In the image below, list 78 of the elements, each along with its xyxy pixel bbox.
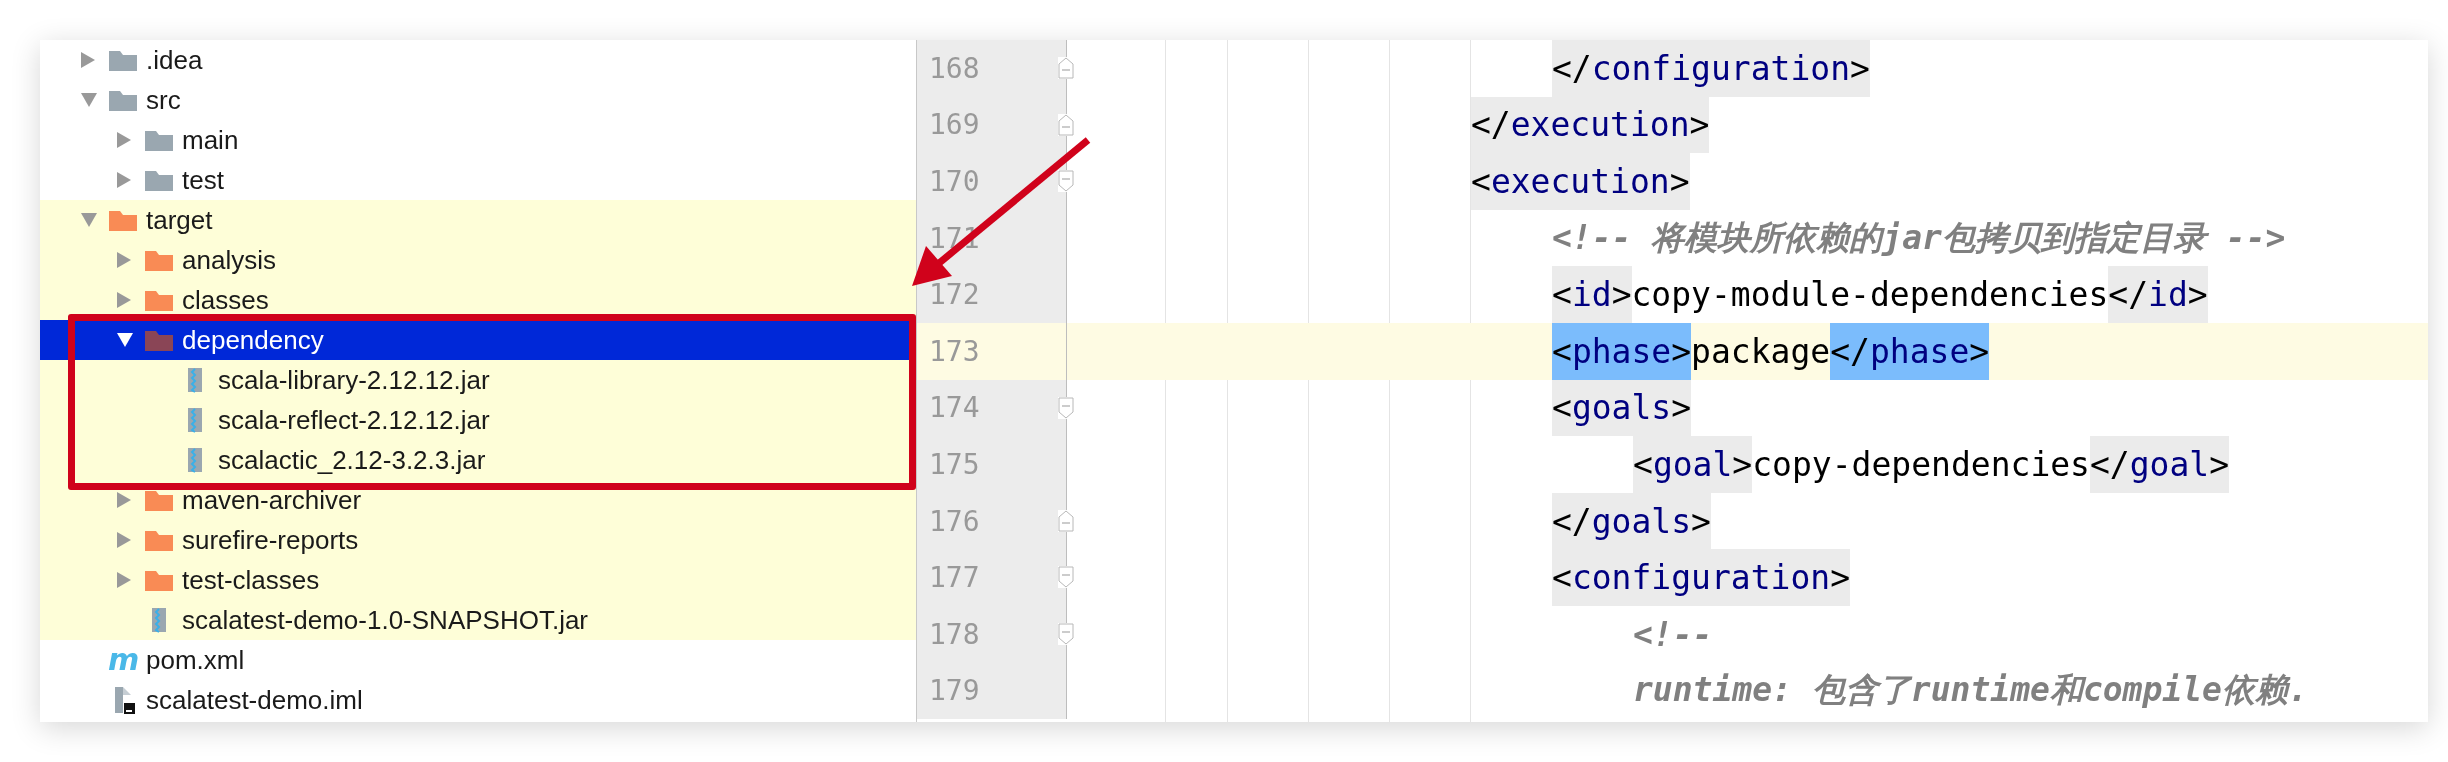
tree-row[interactable]: scalatest-demo-1.0-SNAPSHOT.jar <box>40 600 916 640</box>
archive-icon <box>151 607 167 633</box>
collapsed-arrow-icon <box>116 571 132 589</box>
tree-label: .idea <box>146 44 203 76</box>
xml-tag: <id> <box>1552 266 1632 323</box>
collapsed-arrow-icon <box>116 491 132 509</box>
xml-tag: </phase> <box>1830 322 1990 380</box>
archive-icon <box>187 447 203 473</box>
folder-icon <box>144 248 174 272</box>
collapsed-arrow-icon <box>116 171 132 189</box>
tree-label: scalatest-demo.iml <box>146 684 363 716</box>
collapsed-arrow-icon <box>116 251 132 269</box>
folder-icon <box>144 528 174 552</box>
xml-tag: <goals> <box>1552 379 1692 437</box>
xml-tag: </configuration> <box>1552 40 1870 97</box>
tree-label: main <box>182 124 239 156</box>
module-file-icon <box>114 685 136 715</box>
xml-tag: <configuration> <box>1552 549 1851 606</box>
collapsed-arrow-icon <box>80 51 96 69</box>
line-number: 175 <box>917 436 1067 493</box>
tree-row[interactable]: analysis <box>40 240 916 280</box>
collapsed-arrow-icon <box>116 531 132 549</box>
tree-label: surefire-reports <box>182 524 359 556</box>
collapsed-arrow-icon <box>116 291 132 309</box>
line-number: 179 <box>917 662 1067 720</box>
tree-label: classes <box>182 284 269 316</box>
xml-tag: </execution> <box>1471 96 1710 154</box>
tree-label: test-classes <box>182 564 320 596</box>
folder-icon <box>108 48 138 72</box>
expanded-arrow-icon <box>80 92 98 108</box>
xml-tag: </id> <box>2108 266 2208 323</box>
code-comment: runtime: 包含了runtime和compile依赖. <box>1633 669 2308 712</box>
line-number: 178 <box>917 605 1067 663</box>
folder-icon <box>144 328 174 352</box>
xml-tag: </goals> <box>1552 492 1711 550</box>
archive-icon <box>187 407 203 433</box>
tree-label: test <box>182 164 224 196</box>
line-number: 177 <box>917 549 1067 606</box>
line-number: 172 <box>917 266 1067 323</box>
line-number: 176 <box>917 492 1067 550</box>
code-text: copy-dependencies <box>1752 444 2090 484</box>
line-number: 168 <box>917 40 1067 97</box>
xml-tag: </goal> <box>2090 436 2230 493</box>
maven-icon: m <box>108 645 138 675</box>
tree-label: pom.xml <box>146 644 245 676</box>
code-text: package <box>1691 331 1831 371</box>
folder-icon <box>144 488 174 512</box>
line-number: 169 <box>917 96 1067 154</box>
expanded-arrow-icon <box>80 212 98 228</box>
tree-label: scalatest-demo-1.0-SNAPSHOT.jar <box>182 604 589 636</box>
xml-tag: <phase> <box>1552 322 1692 380</box>
code-comment: <!-- <box>1633 614 1713 654</box>
xml-tag: <goal> <box>1633 436 1753 493</box>
tree-label: scala-reflect-2.12.12.jar <box>218 404 490 436</box>
expanded-arrow-icon <box>116 332 134 348</box>
tree-label: dependency <box>182 324 324 356</box>
folder-icon <box>144 168 174 192</box>
code-comment: <!-- 将模块所依赖的jar包拷贝到指定目录 --> <box>1552 216 2286 259</box>
tree-label: scala-library-2.12.12.jar <box>218 364 490 396</box>
tree-label: maven-archiver <box>182 484 362 516</box>
line-number: 174 <box>917 379 1067 437</box>
tree-label: scalactic_2.12-3.2.3.jar <box>218 444 486 476</box>
archive-icon <box>187 367 203 393</box>
folder-icon <box>144 288 174 312</box>
tree-row[interactable]: surefire-reports <box>40 520 916 560</box>
folder-icon <box>144 568 174 592</box>
line-number: 170 <box>917 153 1067 210</box>
collapsed-arrow-icon <box>116 131 132 149</box>
tree-label: src <box>146 84 181 116</box>
folder-icon <box>108 208 138 232</box>
folder-icon <box>108 88 138 112</box>
folder-icon <box>144 128 174 152</box>
xml-tag: <execution> <box>1471 153 1690 210</box>
tree-label: target <box>146 204 213 236</box>
tree-label: analysis <box>182 244 276 276</box>
code-text: copy-module-dependencies <box>1631 275 2109 315</box>
tree-row[interactable]: test-classes <box>40 560 916 600</box>
tree-row[interactable]: target <box>40 200 916 240</box>
